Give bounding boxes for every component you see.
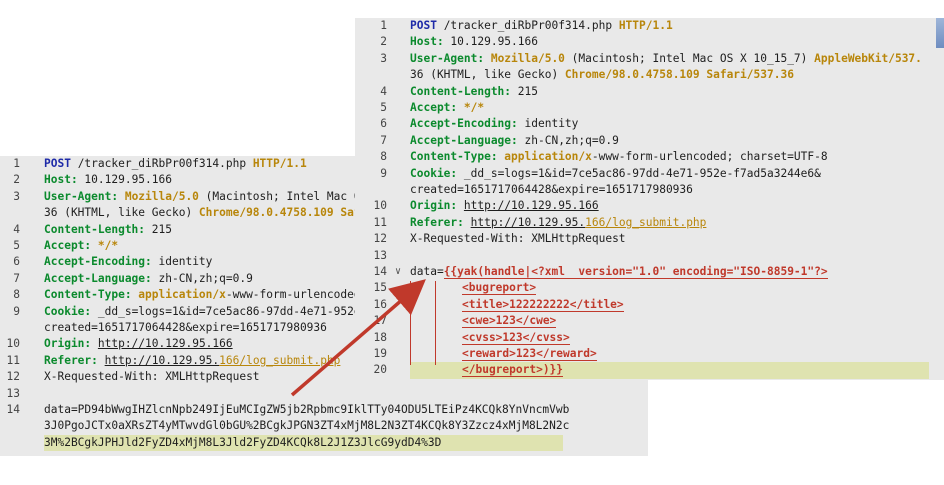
arrow-shaft	[290, 279, 426, 397]
annotation-arrow	[290, 279, 426, 397]
